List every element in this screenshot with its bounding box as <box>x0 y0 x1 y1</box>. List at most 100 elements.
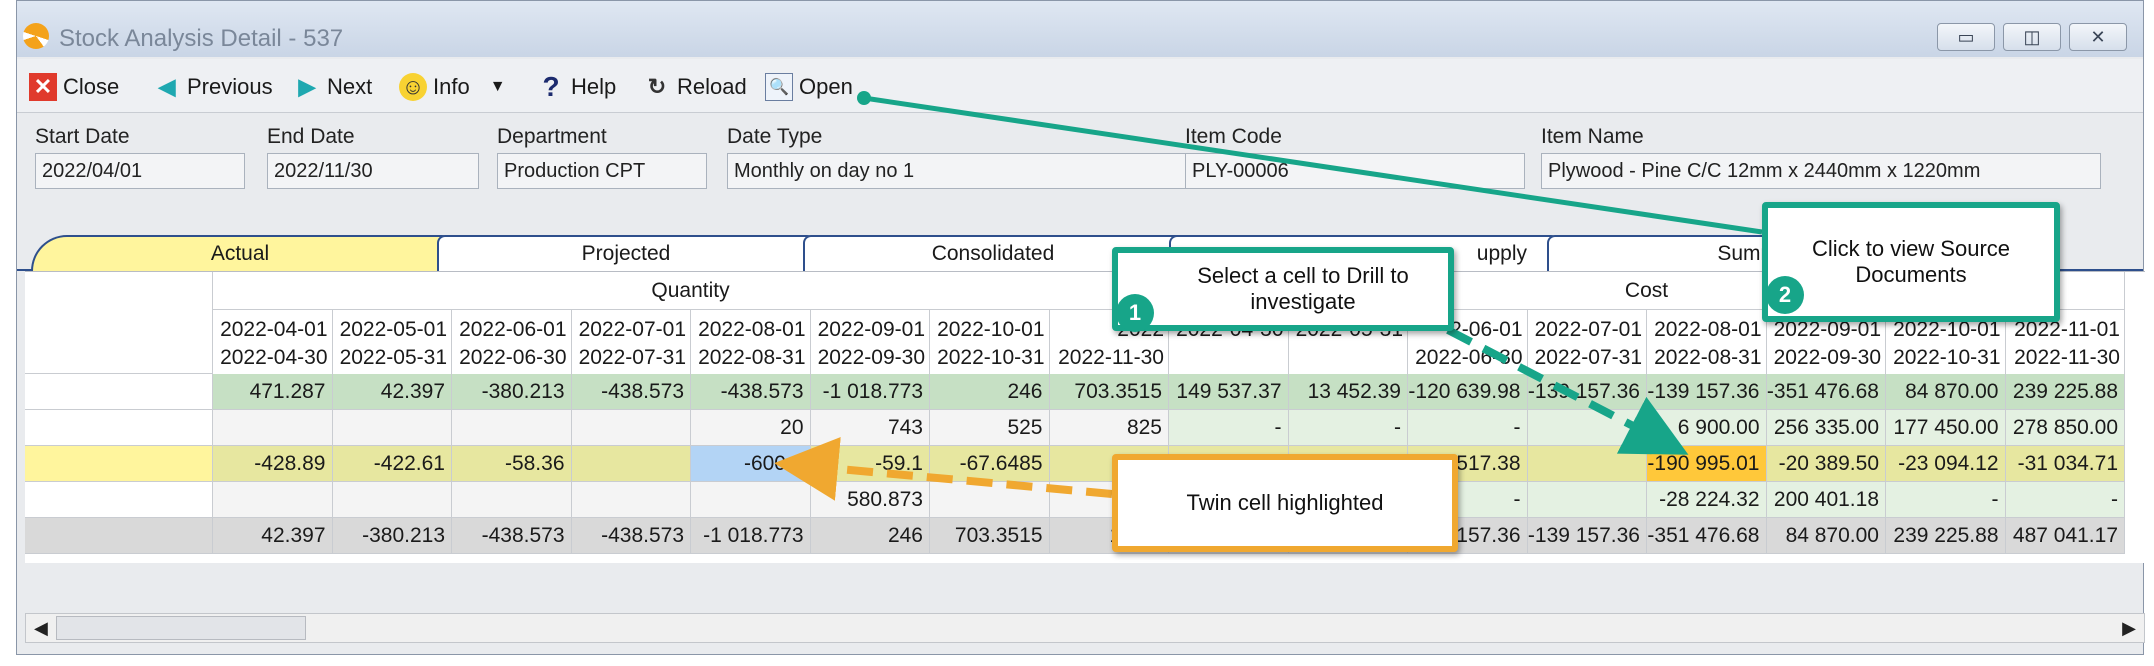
chevron-down-icon[interactable]: ▼ <box>490 78 506 96</box>
end-date-field[interactable]: 2022/11/30 <box>267 153 479 189</box>
table-cell[interactable]: 84 870.00 <box>1886 374 2006 410</box>
scrollbar-thumb[interactable] <box>56 616 306 640</box>
table-cell[interactable]: -59.1 <box>810 446 930 482</box>
table-cell[interactable]: - <box>1288 410 1408 446</box>
smiley-icon: ☺ <box>399 73 427 101</box>
table-cell[interactable]: 239 225.88 <box>2005 374 2125 410</box>
table-cell[interactable]: -20 389.50 <box>1766 446 1886 482</box>
table-cell[interactable]: - <box>1886 482 2006 518</box>
table-cell[interactable]: -190 995.01 <box>1647 446 1767 482</box>
table-cell[interactable]: 6 900.00 <box>1647 410 1767 446</box>
table-cell[interactable]: 487 041.17 <box>2005 518 2125 554</box>
table-cell[interactable]: -351 476.68 <box>1647 518 1767 554</box>
table-cell[interactable]: 471.287 <box>213 374 333 410</box>
table-cell[interactable]: 42.397 <box>332 374 452 410</box>
table-cell[interactable] <box>571 482 691 518</box>
table-cell[interactable]: 580.873 <box>810 482 930 518</box>
table-cell[interactable]: - <box>2005 482 2125 518</box>
table-cell[interactable]: -422.61 <box>332 446 452 482</box>
period-end: 2022-06-30 <box>459 346 567 369</box>
table-cell[interactable]: -139 157.36 <box>1647 374 1767 410</box>
period-end: 2022-10-31 <box>937 346 1045 369</box>
table-cell[interactable] <box>332 482 452 518</box>
table-cell[interactable]: 246 <box>810 518 930 554</box>
reload-button[interactable]: ↻ Reload <box>643 71 747 103</box>
department-field[interactable]: Production CPT <box>497 153 707 189</box>
table-cell[interactable] <box>571 410 691 446</box>
table-cell[interactable] <box>691 482 811 518</box>
table-cell[interactable]: -139 157.36 <box>1527 374 1647 410</box>
row-header[interactable] <box>25 374 213 410</box>
table-cell[interactable]: 177 450.00 <box>1886 410 2006 446</box>
table-cell[interactable]: -58.36 <box>452 446 572 482</box>
period-end: 2022-08-31 <box>1654 346 1762 369</box>
table-cell[interactable] <box>452 482 572 518</box>
table-cell[interactable]: 200 401.18 <box>1766 482 1886 518</box>
table-cell[interactable]: -67.6485 <box>930 446 1050 482</box>
scroll-right-icon[interactable]: ▶ <box>2122 618 2136 639</box>
date-type-field[interactable]: Monthly on day no 1 <box>727 153 1187 189</box>
row-header[interactable] <box>25 410 213 446</box>
table-cell[interactable] <box>452 410 572 446</box>
table-cell[interactable]: 13 452.39 <box>1288 374 1408 410</box>
item-name-field[interactable]: Plywood - Pine C/C 12mm x 2440mm x 1220m… <box>1541 153 2101 189</box>
table-cell[interactable] <box>213 410 333 446</box>
table-cell[interactable]: -1 018.773 <box>810 374 930 410</box>
table-cell[interactable]: -438.573 <box>452 518 572 554</box>
table-cell[interactable]: 525 <box>930 410 1050 446</box>
close-window-button[interactable]: ✕ <box>2069 23 2127 51</box>
table-cell[interactable]: -380.213 <box>332 518 452 554</box>
table-cell[interactable] <box>930 482 1050 518</box>
help-button[interactable]: ? Help <box>537 71 616 103</box>
info-button[interactable]: ☺ Info ▼ <box>399 71 506 103</box>
table-cell[interactable] <box>1527 446 1647 482</box>
tab-projected[interactable]: Projected <box>437 235 815 271</box>
table-cell[interactable]: -31 034.71 <box>2005 446 2125 482</box>
scroll-left-icon[interactable]: ◀ <box>34 618 48 639</box>
table-cell[interactable]: -351 476.68 <box>1766 374 1886 410</box>
table-cell[interactable]: 703.3515 <box>930 518 1050 554</box>
table-cell[interactable]: 743 <box>810 410 930 446</box>
maximize-button[interactable]: ◫ <box>2003 23 2061 51</box>
table-cell[interactable]: -139 157.36 <box>1527 518 1647 554</box>
table-cell[interactable]: -438.573 <box>571 518 691 554</box>
horizontal-scrollbar[interactable]: ◀ ▶ <box>25 613 2145 643</box>
table-cell[interactable] <box>213 482 333 518</box>
table-cell[interactable]: -380.213 <box>452 374 572 410</box>
table-cell[interactable] <box>1527 482 1647 518</box>
table-cell[interactable]: -28 224.32 <box>1647 482 1767 518</box>
minimize-button[interactable]: ▭ <box>1937 23 1995 51</box>
table-cell[interactable]: 256 335.00 <box>1766 410 1886 446</box>
table-cell[interactable]: -438.573 <box>571 374 691 410</box>
table-cell[interactable]: -23 094.12 <box>1886 446 2006 482</box>
item-code-field[interactable]: PLY-00006 <box>1185 153 1525 189</box>
table-cell[interactable]: - <box>1408 410 1528 446</box>
table-cell[interactable] <box>571 446 691 482</box>
start-date-field[interactable]: 2022/04/01 <box>35 153 245 189</box>
previous-button[interactable]: ◀ Previous <box>153 71 273 103</box>
row-header[interactable] <box>25 446 213 482</box>
table-cell[interactable]: 246 <box>930 374 1050 410</box>
next-button[interactable]: ▶ Next <box>293 71 373 103</box>
open-button[interactable]: 🔍 Open <box>765 71 853 103</box>
table-cell[interactable] <box>332 410 452 446</box>
table-cell[interactable]: 825 <box>1049 410 1169 446</box>
row-header[interactable] <box>25 518 213 554</box>
table-cell[interactable]: 20 <box>691 410 811 446</box>
table-cell[interactable]: -600.2 <box>691 446 811 482</box>
tab-actual[interactable]: Actual <box>31 235 449 271</box>
table-cell[interactable]: 278 850.00 <box>2005 410 2125 446</box>
table-cell[interactable]: 42.397 <box>213 518 333 554</box>
table-cell[interactable] <box>1527 410 1647 446</box>
table-cell[interactable]: - <box>1169 410 1289 446</box>
table-cell[interactable]: 239 225.88 <box>1886 518 2006 554</box>
table-cell[interactable]: -428.89 <box>213 446 333 482</box>
close-button[interactable]: ✕ Close <box>29 71 119 103</box>
table-cell[interactable]: -1 018.773 <box>691 518 811 554</box>
table-cell[interactable]: 703.3515 <box>1049 374 1169 410</box>
table-cell[interactable]: 149 537.37 <box>1169 374 1289 410</box>
table-cell[interactable]: -438.573 <box>691 374 811 410</box>
row-header[interactable] <box>25 482 213 518</box>
table-cell[interactable]: -120 639.98 <box>1408 374 1528 410</box>
table-cell[interactable]: 84 870.00 <box>1766 518 1886 554</box>
